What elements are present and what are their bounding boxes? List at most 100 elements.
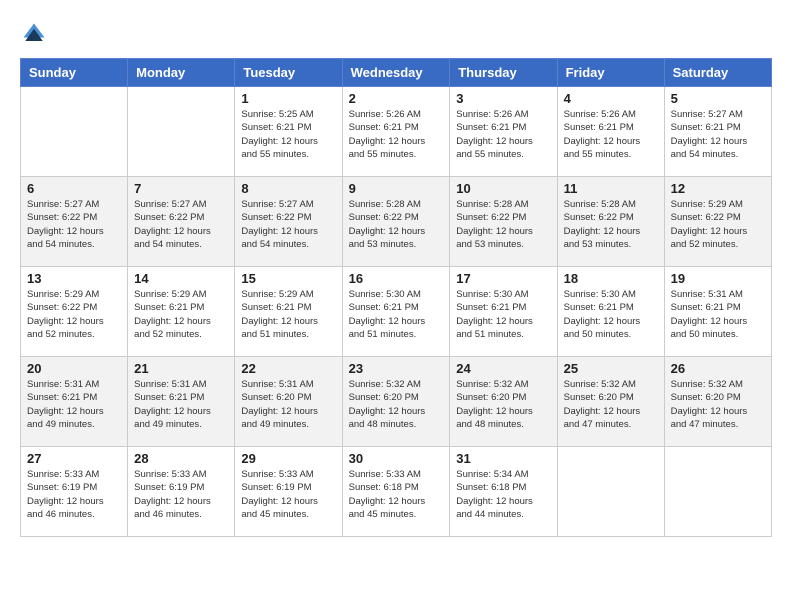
day-number: 7	[134, 181, 228, 196]
week-row-2: 6 Sunrise: 5:27 AM Sunset: 6:22 PM Daylig…	[21, 177, 772, 267]
weekday-header-wednesday: Wednesday	[342, 59, 450, 87]
day-number: 29	[241, 451, 335, 466]
day-info: Sunrise: 5:31 AM Sunset: 6:21 PM Dayligh…	[27, 378, 121, 431]
day-number: 11	[564, 181, 658, 196]
day-info: Sunrise: 5:32 AM Sunset: 6:20 PM Dayligh…	[456, 378, 550, 431]
day-info: Sunrise: 5:27 AM Sunset: 6:22 PM Dayligh…	[27, 198, 121, 251]
day-number: 19	[671, 271, 765, 286]
calendar-cell: 21 Sunrise: 5:31 AM Sunset: 6:21 PM Dayli…	[128, 357, 235, 447]
day-info: Sunrise: 5:30 AM Sunset: 6:21 PM Dayligh…	[564, 288, 658, 341]
day-number: 3	[456, 91, 550, 106]
day-info: Sunrise: 5:28 AM Sunset: 6:22 PM Dayligh…	[456, 198, 550, 251]
page-header	[20, 20, 772, 48]
weekday-header-friday: Friday	[557, 59, 664, 87]
calendar-cell: 26Sunrise: 5:32 AM Sunset: 6:20 PM Dayli…	[664, 357, 771, 447]
day-number: 10	[456, 181, 550, 196]
weekday-header-thursday: Thursday	[450, 59, 557, 87]
day-info: Sunrise: 5:31 AM Sunset: 6:21 PM Dayligh…	[134, 378, 228, 431]
calendar-cell	[128, 87, 235, 177]
calendar-cell: 29 Sunrise: 5:33 AM Sunset: 6:19 PM Dayli…	[235, 447, 342, 537]
calendar-cell: 18 Sunrise: 5:30 AM Sunset: 6:21 PM Dayli…	[557, 267, 664, 357]
calendar-cell: 27 Sunrise: 5:33 AM Sunset: 6:19 PM Dayli…	[21, 447, 128, 537]
calendar-cell: 25Sunrise: 5:32 AM Sunset: 6:20 PM Dayli…	[557, 357, 664, 447]
weekday-header-row: SundayMondayTuesdayWednesdayThursdayFrid…	[21, 59, 772, 87]
day-number: 12	[671, 181, 765, 196]
day-info: Sunrise: 5:34 AM Sunset: 6:18 PM Dayligh…	[456, 468, 550, 521]
logo	[20, 20, 52, 48]
day-info: Sunrise: 5:29 AM Sunset: 6:22 PM Dayligh…	[671, 198, 765, 251]
calendar-cell: 22Sunrise: 5:31 AM Sunset: 6:20 PM Dayli…	[235, 357, 342, 447]
weekday-header-monday: Monday	[128, 59, 235, 87]
day-number: 30	[349, 451, 444, 466]
day-number: 31	[456, 451, 550, 466]
calendar-cell: 9 Sunrise: 5:28 AM Sunset: 6:22 PM Daylig…	[342, 177, 450, 267]
week-row-1: 1 Sunrise: 5:25 AM Sunset: 6:21 PM Daylig…	[21, 87, 772, 177]
day-number: 15	[241, 271, 335, 286]
day-number: 21	[134, 361, 228, 376]
calendar-cell	[557, 447, 664, 537]
calendar-cell: 31 Sunrise: 5:34 AM Sunset: 6:18 PM Dayli…	[450, 447, 557, 537]
calendar-cell: 16 Sunrise: 5:30 AM Sunset: 6:21 PM Dayli…	[342, 267, 450, 357]
day-number: 27	[27, 451, 121, 466]
day-number: 4	[564, 91, 658, 106]
day-number: 17	[456, 271, 550, 286]
day-info: Sunrise: 5:30 AM Sunset: 6:21 PM Dayligh…	[349, 288, 444, 341]
calendar-cell: 5 Sunrise: 5:27 AM Sunset: 6:21 PM Daylig…	[664, 87, 771, 177]
day-info: Sunrise: 5:27 AM Sunset: 6:21 PM Dayligh…	[671, 108, 765, 161]
calendar-cell: 12 Sunrise: 5:29 AM Sunset: 6:22 PM Dayli…	[664, 177, 771, 267]
calendar-cell: 2Sunrise: 5:26 AM Sunset: 6:21 PM Daylig…	[342, 87, 450, 177]
day-number: 13	[27, 271, 121, 286]
day-number: 6	[27, 181, 121, 196]
calendar-cell: 3Sunrise: 5:26 AM Sunset: 6:21 PM Daylig…	[450, 87, 557, 177]
calendar-cell: 17 Sunrise: 5:30 AM Sunset: 6:21 PM Dayli…	[450, 267, 557, 357]
day-info: Sunrise: 5:33 AM Sunset: 6:19 PM Dayligh…	[27, 468, 121, 521]
calendar-cell: 15 Sunrise: 5:29 AM Sunset: 6:21 PM Dayli…	[235, 267, 342, 357]
day-number: 23	[349, 361, 444, 376]
calendar-cell: 30 Sunrise: 5:33 AM Sunset: 6:18 PM Dayli…	[342, 447, 450, 537]
day-number: 28	[134, 451, 228, 466]
calendar-cell: 28 Sunrise: 5:33 AM Sunset: 6:19 PM Dayli…	[128, 447, 235, 537]
calendar-cell: 10 Sunrise: 5:28 AM Sunset: 6:22 PM Dayli…	[450, 177, 557, 267]
day-number: 20	[27, 361, 121, 376]
week-row-3: 13 Sunrise: 5:29 AM Sunset: 6:22 PM Dayli…	[21, 267, 772, 357]
day-number: 16	[349, 271, 444, 286]
calendar-cell: 20 Sunrise: 5:31 AM Sunset: 6:21 PM Dayli…	[21, 357, 128, 447]
day-info: Sunrise: 5:28 AM Sunset: 6:22 PM Dayligh…	[349, 198, 444, 251]
day-number: 18	[564, 271, 658, 286]
day-info: Sunrise: 5:30 AM Sunset: 6:21 PM Dayligh…	[456, 288, 550, 341]
calendar-cell: 1 Sunrise: 5:25 AM Sunset: 6:21 PM Daylig…	[235, 87, 342, 177]
calendar-cell: 7 Sunrise: 5:27 AM Sunset: 6:22 PM Daylig…	[128, 177, 235, 267]
day-number: 14	[134, 271, 228, 286]
day-info: Sunrise: 5:29 AM Sunset: 6:22 PM Dayligh…	[27, 288, 121, 341]
day-number: 5	[671, 91, 765, 106]
calendar-cell	[21, 87, 128, 177]
day-info: Sunrise: 5:26 AM Sunset: 6:21 PM Dayligh…	[564, 108, 658, 161]
day-info: Sunrise: 5:28 AM Sunset: 6:22 PM Dayligh…	[564, 198, 658, 251]
day-info: Sunrise: 5:32 AM Sunset: 6:20 PM Dayligh…	[564, 378, 658, 431]
weekday-header-saturday: Saturday	[664, 59, 771, 87]
day-number: 2	[349, 91, 444, 106]
calendar-cell: 13 Sunrise: 5:29 AM Sunset: 6:22 PM Dayli…	[21, 267, 128, 357]
day-number: 9	[349, 181, 444, 196]
calendar-cell: 11 Sunrise: 5:28 AM Sunset: 6:22 PM Dayli…	[557, 177, 664, 267]
day-info: Sunrise: 5:29 AM Sunset: 6:21 PM Dayligh…	[134, 288, 228, 341]
day-info: Sunrise: 5:33 AM Sunset: 6:19 PM Dayligh…	[241, 468, 335, 521]
day-number: 24	[456, 361, 550, 376]
day-info: Sunrise: 5:32 AM Sunset: 6:20 PM Dayligh…	[349, 378, 444, 431]
calendar-cell: 4 Sunrise: 5:26 AM Sunset: 6:21 PM Daylig…	[557, 87, 664, 177]
week-row-5: 27 Sunrise: 5:33 AM Sunset: 6:19 PM Dayli…	[21, 447, 772, 537]
day-info: Sunrise: 5:25 AM Sunset: 6:21 PM Dayligh…	[241, 108, 335, 161]
day-info: Sunrise: 5:27 AM Sunset: 6:22 PM Dayligh…	[134, 198, 228, 251]
calendar-cell: 6 Sunrise: 5:27 AM Sunset: 6:22 PM Daylig…	[21, 177, 128, 267]
logo-icon	[20, 20, 48, 48]
day-info: Sunrise: 5:33 AM Sunset: 6:19 PM Dayligh…	[134, 468, 228, 521]
day-number: 8	[241, 181, 335, 196]
calendar-table: SundayMondayTuesdayWednesdayThursdayFrid…	[20, 58, 772, 537]
calendar-cell: 8Sunrise: 5:27 AM Sunset: 6:22 PM Daylig…	[235, 177, 342, 267]
calendar-cell	[664, 447, 771, 537]
day-info: Sunrise: 5:33 AM Sunset: 6:18 PM Dayligh…	[349, 468, 444, 521]
week-row-4: 20 Sunrise: 5:31 AM Sunset: 6:21 PM Dayli…	[21, 357, 772, 447]
day-info: Sunrise: 5:29 AM Sunset: 6:21 PM Dayligh…	[241, 288, 335, 341]
day-number: 1	[241, 91, 335, 106]
day-info: Sunrise: 5:31 AM Sunset: 6:21 PM Dayligh…	[671, 288, 765, 341]
